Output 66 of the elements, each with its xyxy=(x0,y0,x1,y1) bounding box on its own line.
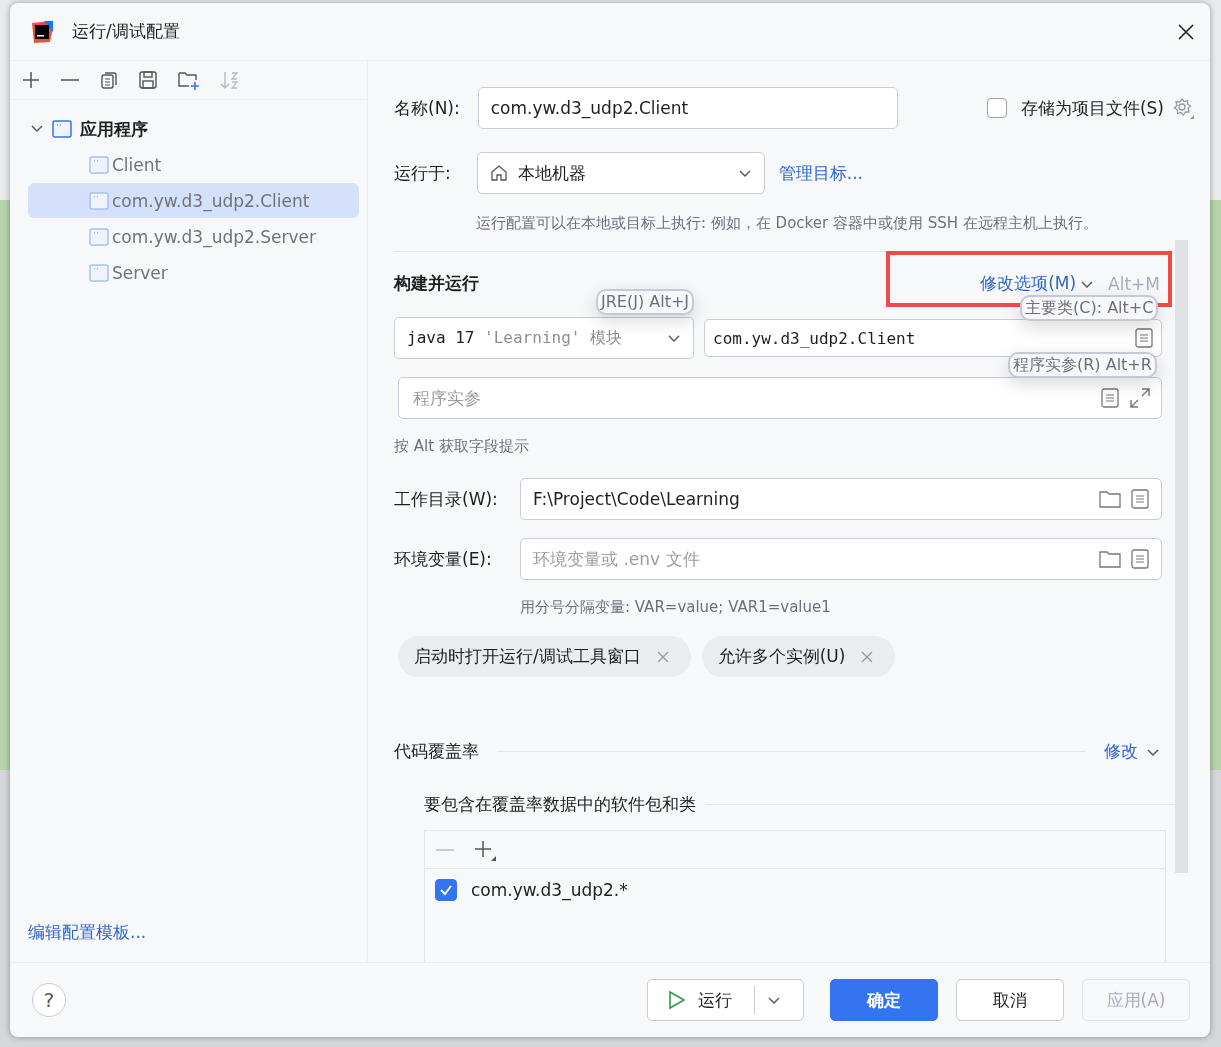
browse-icon[interactable] xyxy=(1135,328,1153,348)
tree-item[interactable]: com.yw.d3_udp2.Client xyxy=(28,183,359,218)
house-icon xyxy=(489,164,508,182)
folder-icon[interactable] xyxy=(1099,550,1121,568)
section-title: 构建并运行 xyxy=(394,272,479,295)
configuration-icon xyxy=(89,263,109,282)
sort-icon[interactable] xyxy=(220,69,240,91)
settings-icon[interactable] xyxy=(1172,97,1194,119)
checkbox[interactable] xyxy=(435,879,457,901)
add-icon[interactable] xyxy=(473,838,497,861)
expand-icon[interactable] xyxy=(1129,387,1151,409)
run-button[interactable]: 运行 xyxy=(647,979,804,1021)
shortcut-hint: Alt+M xyxy=(1108,273,1160,294)
ok-button[interactable]: 确定 xyxy=(830,979,938,1021)
package-pattern: com.yw.d3_udp2.* xyxy=(471,880,628,900)
modify-link[interactable]: 修改 xyxy=(1104,740,1138,763)
section-title: 代码覆盖率 xyxy=(394,740,479,763)
save-icon[interactable] xyxy=(138,70,158,90)
tree-item[interactable]: com.yw.d3_udp2.Server xyxy=(28,219,359,254)
run-on-dropdown[interactable]: 本地机器 xyxy=(476,152,765,194)
checkmark-icon xyxy=(439,883,453,897)
jre-dropdown[interactable]: java 17 'Learning' 模块 xyxy=(394,317,694,359)
store-as-project-file-label[interactable]: 存储为项目文件(S) xyxy=(1020,96,1164,120)
program-arguments-field[interactable]: 程序实参 xyxy=(398,377,1162,419)
option-label: 允许多个实例(U) xyxy=(717,645,846,668)
working-directory-label: 工作目录(W): xyxy=(394,487,499,511)
cancel-button[interactable]: 取消 xyxy=(956,979,1064,1021)
window-title: 运行/调试配置 xyxy=(72,20,181,43)
edit-templates-link[interactable]: 编辑配置模板... xyxy=(28,921,147,944)
name-label: 名称(N): xyxy=(394,96,460,120)
working-directory-field[interactable]: F:\Project\Code\Learning xyxy=(520,478,1162,520)
configuration-icon xyxy=(89,155,109,174)
environment-variables-field[interactable]: 环境变量或 .env 文件 xyxy=(520,538,1162,580)
play-icon xyxy=(668,990,686,1010)
copy-icon[interactable] xyxy=(99,70,119,90)
alt-hint: 按 Alt 获取字段提示 xyxy=(394,437,529,456)
browse-icon[interactable] xyxy=(1101,388,1119,408)
manage-targets-link[interactable]: 管理目标... xyxy=(778,161,863,185)
shortcut-tooltip: 主要类(C): Alt+C xyxy=(1020,295,1159,321)
scrollbar[interactable] xyxy=(1175,240,1188,873)
application-icon xyxy=(52,120,72,138)
browse-icon[interactable] xyxy=(1131,549,1149,569)
add-icon[interactable] xyxy=(21,70,41,90)
browse-icon[interactable] xyxy=(1131,489,1149,509)
modify-options-link[interactable]: 修改选项(M) xyxy=(980,272,1077,295)
tree-item[interactable]: 应用程序 xyxy=(80,117,148,141)
checkbox[interactable] xyxy=(986,98,1007,118)
main-class-field[interactable]: com.yw.d3_udp2.Client xyxy=(704,319,1162,357)
help-button[interactable]: ? xyxy=(32,983,66,1017)
tree-item[interactable]: Server xyxy=(28,255,359,290)
name-field[interactable]: com.yw.d3_udp2.Client xyxy=(477,87,898,129)
run-on-label: 运行于: xyxy=(394,161,451,185)
environment-variables-hint: 用分号分隔变量: VAR=value; VAR1=value1 xyxy=(520,598,831,617)
configuration-icon xyxy=(89,191,109,210)
configuration-icon xyxy=(89,227,109,246)
subsection-title: 要包含在覆盖率数据中的软件包和类 xyxy=(424,793,696,816)
shortcut-tooltip: 程序实参(R) Alt+R xyxy=(1008,352,1157,378)
shortcut-tooltip: JRE(J) Alt+J xyxy=(596,289,695,315)
app-logo-icon xyxy=(30,19,54,44)
environment-variables-label: 环境变量(E): xyxy=(394,547,493,571)
tree-item[interactable]: Client xyxy=(28,147,359,182)
run-on-hint: 运行配置可以在本地或目标上执行: 例如，在 Docker 容器中或使用 SSH 在远程主机上执行。 xyxy=(476,214,1098,233)
new-folder-icon[interactable] xyxy=(177,69,201,91)
close-icon[interactable] xyxy=(1178,23,1194,40)
option-label: 启动时打开运行/调试工具窗口 xyxy=(414,645,641,668)
folder-icon[interactable] xyxy=(1099,490,1121,508)
